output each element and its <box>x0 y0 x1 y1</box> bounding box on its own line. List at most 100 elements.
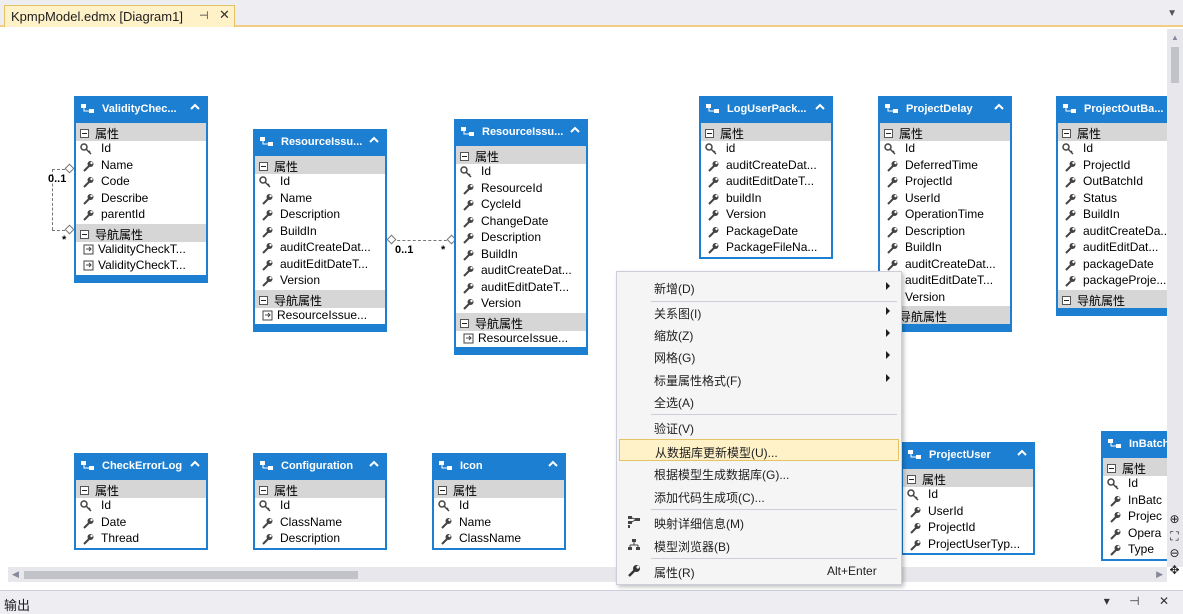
collapse-minus-icon[interactable] <box>884 129 893 138</box>
property-row[interactable]: Id <box>76 498 206 515</box>
property-row[interactable]: Status <box>1058 191 1167 208</box>
entity-projectoutbatch[interactable]: ProjectOutBa... 属性 Id ProjectId OutBatch… <box>1056 96 1167 316</box>
property-row[interactable]: buildIn <box>701 191 831 208</box>
collapse-minus-icon[interactable] <box>907 475 916 484</box>
properties-section-header[interactable]: 属性 <box>456 146 586 164</box>
collapse-chevron-icon[interactable] <box>815 102 825 112</box>
collapse-minus-icon[interactable] <box>80 229 89 239</box>
entity-header[interactable]: ResourceIssu... <box>456 121 586 146</box>
entity-header[interactable]: Icon <box>434 455 564 480</box>
scroll-up-icon[interactable]: ▲ <box>1171 33 1179 42</box>
entity-icon-table[interactable]: Icon 属性 Id Name ClassName <box>432 453 566 550</box>
collapse-minus-icon[interactable] <box>1062 129 1071 138</box>
menu-item-scalar-format[interactable]: 标量属性格式(F) <box>619 368 899 390</box>
tab-overflow-chevron-icon[interactable]: ▼ <box>1167 8 1177 19</box>
property-row[interactable]: Name <box>76 158 206 175</box>
property-row[interactable]: ClassName <box>434 531 564 548</box>
properties-section-header[interactable]: 属性 <box>903 469 1033 487</box>
property-row[interactable]: Code <box>76 174 206 191</box>
vertical-scroll-thumb[interactable] <box>1171 47 1179 83</box>
collapse-minus-icon[interactable] <box>259 295 268 305</box>
entity-header[interactable]: ResourceIssu... <box>255 131 385 156</box>
collapse-chevron-icon[interactable] <box>190 102 200 112</box>
property-row[interactable]: auditCreateDat... <box>255 240 385 257</box>
menu-item-properties[interactable]: 属性(R) Alt+Enter <box>619 560 899 582</box>
property-row[interactable]: Id <box>255 174 385 191</box>
entity-checkerrorlog[interactable]: CheckErrorLog 属性 Id Date Thread <box>74 453 208 550</box>
menu-item-grid[interactable]: 网格(G) <box>619 345 899 367</box>
entity-header[interactable]: CheckErrorLog <box>76 455 206 480</box>
menu-item-generate-database[interactable]: 根据模型生成数据库(G)... <box>619 462 899 484</box>
property-row[interactable]: Version <box>701 207 831 224</box>
zoom-in-icon[interactable]: ⊕ <box>1166 511 1183 528</box>
property-row[interactable]: DeferredTime <box>880 158 1010 175</box>
property-row[interactable]: auditCreateDat... <box>701 158 831 175</box>
property-row[interactable]: Id <box>903 487 1033 504</box>
property-row[interactable]: CycleId <box>456 197 586 214</box>
entity-header[interactable]: ProjectDelay <box>880 98 1010 123</box>
collapse-minus-icon[interactable] <box>259 162 268 171</box>
zoom-out-icon[interactable]: ⊖ <box>1166 545 1183 562</box>
property-row[interactable]: auditEditDateT... <box>255 257 385 274</box>
collapse-chevron-icon[interactable] <box>369 459 379 469</box>
property-row[interactable]: UserId <box>903 504 1033 521</box>
property-row[interactable]: packageDate <box>1058 257 1167 274</box>
menu-item-add[interactable]: 新增(D) <box>619 276 899 298</box>
collapse-minus-icon[interactable] <box>438 486 447 495</box>
menu-item-update-model-from-database[interactable]: 从数据库更新模型(U)... <box>619 439 899 461</box>
property-row[interactable]: InBatc <box>1103 493 1167 510</box>
navigation-property-row[interactable]: ResourceIssue... <box>456 331 586 348</box>
property-row[interactable]: Version <box>456 296 586 313</box>
properties-section-header[interactable]: 属性 <box>880 123 1010 141</box>
menu-item-model-browser[interactable]: 模型浏览器(B) <box>619 534 899 556</box>
property-row[interactable]: auditEditDat... <box>1058 240 1167 257</box>
document-tab[interactable]: KpmpModel.edmx [Diagram1] ⊣ ✕ <box>4 5 235 27</box>
collapse-chevron-icon[interactable] <box>369 135 379 145</box>
property-row[interactable]: BuildIn <box>880 240 1010 257</box>
property-row[interactable]: Opera <box>1103 526 1167 543</box>
collapse-chevron-icon[interactable] <box>548 459 558 469</box>
menu-item-validate[interactable]: 验证(V) <box>619 416 899 438</box>
pan-icon[interactable]: ✥ <box>1166 562 1183 579</box>
collapse-chevron-icon[interactable] <box>570 125 580 135</box>
navigation-property-row[interactable]: ResourceIssue... <box>255 308 385 325</box>
close-icon[interactable]: ✕ <box>219 7 230 23</box>
navigation-property-row[interactable]: ValidityCheckT... <box>76 258 206 275</box>
property-row[interactable]: Version <box>255 273 385 290</box>
property-row[interactable]: Id <box>434 498 564 515</box>
property-row[interactable]: OutBatchId <box>1058 174 1167 191</box>
property-row[interactable]: ResourceId <box>456 181 586 198</box>
property-row[interactable]: Id <box>456 164 586 181</box>
pin-icon[interactable]: ⊣ <box>199 9 209 22</box>
collapse-chevron-icon[interactable] <box>190 459 200 469</box>
properties-section-header[interactable]: 属性 <box>76 123 206 141</box>
entity-header[interactable]: Configuration <box>255 455 385 480</box>
menu-item-add-code-generation[interactable]: 添加代码生成项(C)... <box>619 485 899 507</box>
properties-section-header[interactable]: 属性 <box>434 480 564 498</box>
property-row[interactable]: Id <box>1058 141 1167 158</box>
property-row[interactable]: Projec <box>1103 509 1167 526</box>
entity-loguserpack[interactable]: LogUserPack... 属性 id auditCreateDat... a… <box>699 96 833 259</box>
property-row[interactable]: Description <box>880 224 1010 241</box>
collapse-minus-icon[interactable] <box>80 129 89 138</box>
scroll-right-icon[interactable]: ▶ <box>1156 569 1163 580</box>
property-row[interactable]: Id <box>880 141 1010 158</box>
property-row[interactable]: Id <box>1103 476 1167 493</box>
property-row[interactable]: auditEditDateT... <box>456 280 586 297</box>
properties-section-header[interactable]: 属性 <box>76 480 206 498</box>
property-row[interactable]: BuildIn <box>255 224 385 241</box>
collapse-minus-icon[interactable] <box>80 486 89 495</box>
collapse-chevron-icon[interactable] <box>1017 448 1027 458</box>
properties-section-header[interactable]: 属性 <box>255 480 385 498</box>
property-row[interactable]: ClassName <box>255 515 385 532</box>
property-row[interactable]: ProjectId <box>903 520 1033 537</box>
entity-header[interactable]: ValidityChec... <box>76 98 206 123</box>
menu-item-diagram[interactable]: 关系图(I) <box>619 301 899 323</box>
entity-resourceissue[interactable]: ResourceIssu... 属性 Id Name Description B… <box>253 129 387 332</box>
diagram-canvas[interactable]: 0..1 * 0..1 * ValidityChec... 属性 Id Name… <box>8 29 1167 567</box>
output-panel-header[interactable]: 输出 ▾ ⊣ ✕ <box>0 590 1183 614</box>
property-row[interactable]: Date <box>76 515 206 532</box>
zoom-fit-icon[interactable]: ⛶ <box>1166 528 1183 545</box>
property-row[interactable]: id <box>701 141 831 158</box>
entity-configuration[interactable]: Configuration 属性 Id ClassName Descriptio… <box>253 453 387 550</box>
